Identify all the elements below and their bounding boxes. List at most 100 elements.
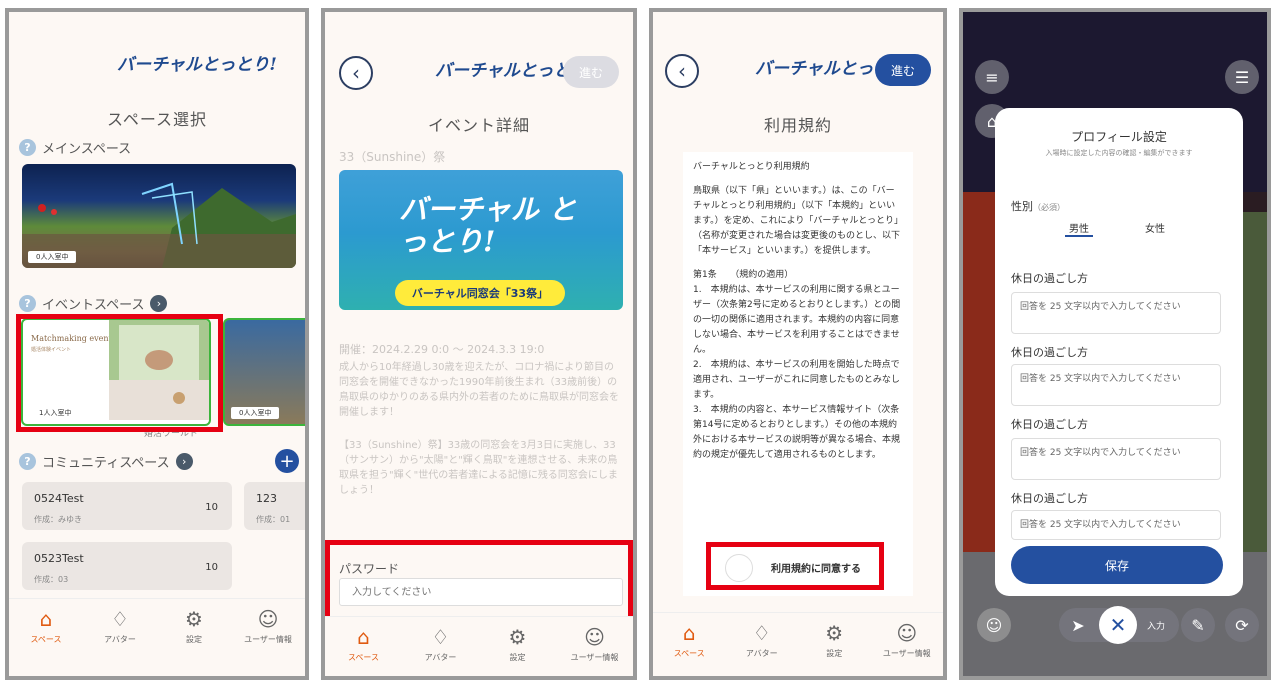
community-item[interactable]: 0524Test 作成：みゆき 10	[22, 482, 232, 530]
next-button[interactable]: 進む	[875, 54, 931, 86]
tab-space[interactable]: ⌂ スペース	[16, 609, 76, 645]
answer-input[interactable]: 回答を 25 文字以内で入力してください	[1011, 438, 1221, 480]
tab-label: アバター	[745, 649, 778, 658]
question-label: 休日の過ごし方	[1011, 346, 1088, 359]
next-button-disabled[interactable]: 進む	[563, 56, 619, 88]
app-logo: バーチャルとっとり!	[117, 55, 277, 75]
camera-switch-icon: ⟳	[1235, 615, 1249, 635]
modal-title: プロフィール設定	[1071, 130, 1167, 144]
tab-space[interactable]: ⌂ スペース	[659, 623, 719, 659]
event-banner: バーチャル とっとり! バーチャル同窓会「33祭」	[339, 170, 623, 310]
user-icon: ☺	[584, 625, 605, 649]
highlight-box	[325, 540, 633, 624]
terms-paragraph: 第1条 （規約の適用） 1. 本規約は、本サービスの利用に関する県とユーザー（次…	[693, 270, 901, 460]
page-title: スペース選択	[106, 110, 208, 129]
phone-event-detail: ‹ バーチャルとっとり! 進む イベント詳細 33（Sunshine）祭 バーチ…	[321, 8, 637, 680]
tab-settings[interactable]: ⚙ 設定	[164, 609, 224, 645]
banner-subtitle: バーチャル同窓会「33祭」	[395, 280, 565, 306]
page-title: 利用規約	[763, 116, 832, 135]
required-marker: （必須）	[1033, 203, 1065, 212]
community-count: 10	[205, 502, 218, 513]
send-button[interactable]: ➤	[1061, 608, 1095, 642]
user-icon: ☺	[896, 621, 918, 645]
phone-profile-settings: ≡ ☰ ⌂ プロフィール設定 入場時に設定した内容の確認・編集ができます 性別（…	[959, 8, 1271, 680]
mic-off-icon: ✎	[1191, 615, 1205, 635]
tab-avatar[interactable]: ♢ アバター	[732, 623, 792, 659]
answer-input[interactable]: 回答を 25 文字以内で入力してください	[1011, 364, 1221, 406]
tab-label: 設定	[186, 635, 202, 644]
community-item[interactable]: 0523Test 作成：03 10	[22, 542, 232, 590]
answer-input[interactable]: 回答を 25 文字以内で入力してください	[1011, 510, 1221, 540]
user-icon: ☺	[257, 607, 279, 631]
main-space-section: ? メインスペース	[19, 138, 131, 157]
help-icon[interactable]: ?	[19, 453, 36, 470]
home-icon: ⌂	[682, 621, 696, 645]
back-button[interactable]: ‹	[665, 54, 699, 88]
chat-input-text: 入力	[1146, 621, 1165, 632]
help-icon[interactable]: ?	[19, 295, 36, 312]
occupancy-badge: 0人入室中	[28, 251, 77, 263]
chevron-right-icon[interactable]: ›	[150, 295, 168, 312]
page-title: イベント詳細	[427, 116, 530, 135]
shirt-icon: ♢	[431, 625, 450, 649]
gender-male-option[interactable]: 男性	[1065, 220, 1093, 237]
list-button[interactable]: ☰	[1225, 60, 1259, 94]
community-space-section: ? コミュニティスペース ›	[19, 452, 193, 471]
event-name: 33（Sunshine）祭	[339, 150, 446, 164]
add-community-button[interactable]: +	[275, 449, 299, 473]
main-space-card[interactable]: 0人入室中	[22, 164, 296, 268]
tab-label: アバター	[104, 635, 136, 644]
tab-avatar[interactable]: ♢ アバター	[90, 609, 150, 645]
tab-space[interactable]: ⌂ スペース	[334, 627, 394, 663]
gear-icon: ⚙	[825, 621, 844, 645]
event-card-2[interactable]: 0人入室中	[223, 318, 305, 426]
save-button[interactable]: 保存	[1011, 546, 1223, 584]
tab-user-info[interactable]: ☺ ユーザー情報	[565, 627, 625, 663]
home-icon: ⌂	[357, 625, 370, 649]
tab-settings[interactable]: ⚙ 設定	[804, 623, 864, 659]
tab-user-info[interactable]: ☺ ユーザー情報	[877, 623, 937, 659]
gender-label-text: 性別	[1011, 200, 1033, 213]
shirt-icon: ♢	[111, 607, 129, 631]
close-button[interactable]: ✕	[1099, 606, 1137, 644]
tab-avatar[interactable]: ♢ アバター	[411, 627, 471, 663]
modal-subtitle: 入場時に設定した内容の確認・編集ができます	[1045, 149, 1193, 157]
terms-paragraph: 鳥取県（以下「県」といいます。）は、この「バーチャルとっとり利用規約」（以下「本…	[693, 186, 901, 256]
list-icon: ☰	[1234, 67, 1250, 87]
section-label: イベントスペース	[42, 298, 145, 313]
smile-icon: ☺	[985, 615, 1003, 635]
chevron-left-icon: ‹	[352, 61, 360, 85]
tab-bar: ⌂ スペース ♢ アバター ⚙ 設定 ☺ ユーザー情報	[325, 616, 633, 676]
tab-label: ユーザー情報	[882, 649, 931, 658]
occupancy-badge: 0人入室中	[231, 407, 280, 419]
shirt-icon: ♢	[752, 621, 771, 645]
answer-input[interactable]: 回答を 25 文字以内で入力してください	[1011, 292, 1221, 334]
mic-button[interactable]: ✎	[1181, 608, 1215, 642]
menu-icon: ≡	[985, 67, 999, 87]
community-creator: 作成：みゆき	[34, 515, 82, 524]
highlight-box	[706, 542, 884, 590]
community-item[interactable]: 123 作成：01	[244, 482, 305, 530]
chevron-right-icon[interactable]: ›	[175, 453, 193, 470]
help-icon[interactable]: ?	[19, 139, 36, 156]
banner-logo: バーチャル とっとり!	[399, 193, 577, 258]
tab-settings[interactable]: ⚙ 設定	[488, 627, 548, 663]
camera-switch-button[interactable]: ⟳	[1225, 608, 1259, 642]
event-date: 開催：2024.2.29 0:0 ～ 2024.3.3 19:0	[339, 343, 545, 356]
back-button[interactable]: ‹	[339, 56, 373, 90]
emoji-button[interactable]: ☺	[977, 608, 1011, 642]
gender-female-option[interactable]: 女性	[1145, 220, 1165, 235]
chevron-left-icon: ‹	[678, 59, 686, 83]
question-label: 休日の過ごし方	[1011, 272, 1088, 285]
tab-label: ユーザー情報	[570, 653, 619, 662]
home-icon: ⌂	[39, 607, 53, 631]
gear-icon: ⚙	[508, 625, 527, 649]
tab-label: スペース	[673, 649, 705, 658]
community-creator: 作成：01	[256, 515, 291, 524]
event-space-section: ? イベントスペース ›	[19, 294, 168, 313]
section-label: メインスペース	[42, 142, 132, 157]
tab-label: スペース	[30, 635, 62, 644]
terms-text[interactable]: バーチャルとっとり利用規約 鳥取県（以下「県」といいます。）は、この「バーチャル…	[683, 152, 913, 596]
tab-user-info[interactable]: ☺ ユーザー情報	[238, 609, 298, 645]
menu-button[interactable]: ≡	[975, 60, 1009, 94]
